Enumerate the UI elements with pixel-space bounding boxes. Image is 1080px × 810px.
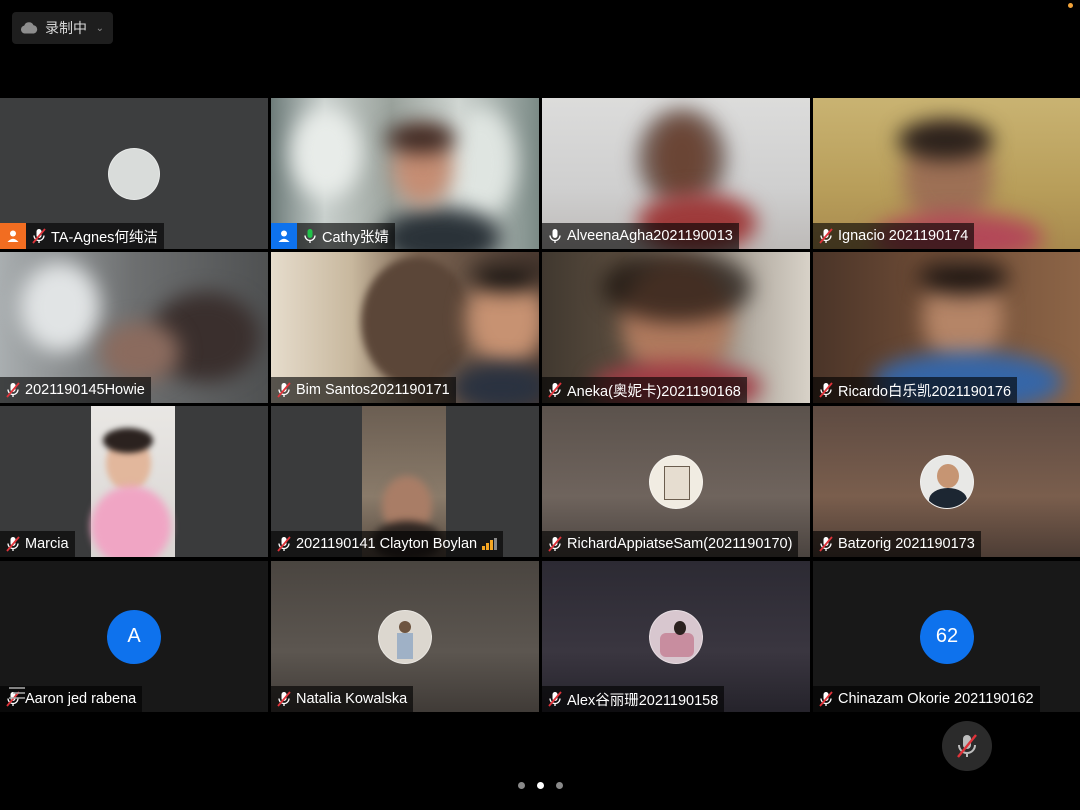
participant-name: Marcia: [25, 536, 69, 552]
participant-avatar: [378, 609, 432, 664]
mic-muted-icon: [817, 534, 835, 554]
participant-name: Alex谷丽珊2021190158: [567, 692, 719, 709]
participant-avatar: [649, 609, 703, 664]
mic-muted-icon: [30, 226, 48, 246]
participant-name: Aneka(奥妮卡)2021190168: [567, 383, 741, 400]
participant-avatar: [920, 454, 974, 509]
participant-name-bar: TA-Agnes何纯洁: [0, 223, 164, 249]
video-tile[interactable]: Bim Santos2021190171: [271, 252, 539, 403]
video-tile[interactable]: Ricardo白乐凯2021190176: [813, 252, 1080, 403]
video-tile[interactable]: 2021190141 Clayton Boylan: [271, 406, 539, 557]
participant-name-bar: 2021190145Howie: [0, 377, 151, 403]
mic-muted-icon: [546, 689, 564, 709]
video-tile[interactable]: Ignacio 2021190174: [813, 98, 1080, 249]
participant-name-bar: Ricardo白乐凯2021190176: [813, 377, 1018, 403]
video-tile[interactable]: 2021190145Howie: [0, 252, 268, 403]
video-tile[interactable]: AlveenaAgha2021190013: [542, 98, 810, 249]
page-dot[interactable]: [556, 782, 563, 789]
video-tile[interactable]: RichardAppiatseSam(2021190170): [542, 406, 810, 557]
participant-avatar-letter: 62: [920, 609, 974, 664]
mic-active-icon: [546, 226, 564, 246]
participant-avatar-letter: A: [107, 609, 161, 664]
video-tile-active-speaker[interactable]: Cathy张婧: [271, 98, 539, 249]
video-tile[interactable]: Batzorig 2021190173: [813, 406, 1080, 557]
participant-name: TA-Agnes何纯洁: [51, 229, 158, 246]
page-indicator[interactable]: [518, 782, 563, 789]
participant-name: Bim Santos2021190171: [296, 382, 450, 398]
video-tile[interactable]: TA-Agnes何纯洁: [0, 98, 268, 249]
mic-muted-icon: [546, 380, 564, 400]
recording-indicator[interactable]: 录制中 ⌄: [12, 12, 113, 44]
mic-muted-icon: [817, 380, 835, 400]
participant-name: 2021190145Howie: [25, 382, 145, 398]
participant-avatar: [108, 147, 160, 200]
mic-muted-icon: [957, 734, 977, 758]
participant-name: RichardAppiatseSam(2021190170): [567, 536, 793, 552]
chevron-down-icon[interactable]: ⌄: [96, 23, 104, 34]
mic-muted-icon: [4, 380, 22, 400]
participant-name-bar: AlveenaAgha2021190013: [542, 223, 739, 249]
host-icon: [0, 223, 26, 249]
participant-name: Natalia Kowalska: [296, 691, 408, 707]
participant-name-bar: Natalia Kowalska: [271, 686, 414, 712]
participant-name: AlveenaAgha2021190013: [567, 228, 733, 244]
participant-name: Batzorig 2021190173: [838, 536, 975, 552]
participant-name: Cathy张婧: [322, 229, 389, 246]
cohost-icon: [271, 223, 297, 249]
video-tile[interactable]: Marcia: [0, 406, 268, 557]
mic-muted-icon: [817, 226, 835, 246]
participant-name-bar: Batzorig 2021190173: [813, 531, 981, 557]
portrait-video: [91, 406, 175, 557]
participant-avatar: [649, 454, 703, 509]
video-tile[interactable]: Aneka(奥妮卡)2021190168: [542, 252, 810, 403]
participant-name: Aaron jed rabena: [25, 691, 137, 707]
participant-name-bar: Ignacio 2021190174: [813, 223, 975, 249]
mic-muted-icon: [546, 534, 564, 554]
mic-muted-icon: [275, 534, 293, 554]
mic-muted-icon: [275, 380, 293, 400]
participant-name-bar: Aneka(奥妮卡)2021190168: [542, 377, 747, 403]
participant-name: Chinazam Okorie 2021190162: [838, 691, 1034, 707]
status-dot: [1068, 3, 1073, 8]
signal-weak-icon: [482, 538, 498, 550]
participant-name-bar: Alex谷丽珊2021190158: [542, 686, 725, 712]
mute-button[interactable]: [942, 721, 992, 771]
participant-name-bar: Bim Santos2021190171: [271, 377, 456, 403]
participant-name: 2021190141 Clayton Boylan: [296, 536, 478, 552]
participant-name: Ricardo白乐凯2021190176: [838, 383, 1012, 400]
participant-name-bar: Chinazam Okorie 2021190162: [813, 686, 1040, 712]
mic-muted-icon: [817, 689, 835, 709]
video-tile[interactable]: Natalia Kowalska: [271, 561, 539, 712]
video-tile[interactable]: A Aaron jed rabena: [0, 561, 268, 712]
mic-muted-icon: [275, 689, 293, 709]
page-dot-current[interactable]: [537, 782, 544, 789]
video-tile[interactable]: 62 Chinazam Okorie 2021190162: [813, 561, 1080, 712]
participant-name: Ignacio 2021190174: [838, 228, 969, 244]
cloud-icon: [20, 22, 38, 34]
mic-active-icon: [301, 226, 319, 246]
mic-muted-icon: [4, 534, 22, 554]
participant-name-bar: Marcia: [0, 531, 75, 557]
participants-list-icon[interactable]: [8, 686, 26, 700]
recording-label: 录制中: [45, 20, 87, 36]
video-tile[interactable]: Alex谷丽珊2021190158: [542, 561, 810, 712]
participant-name-bar: RichardAppiatseSam(2021190170): [542, 531, 799, 557]
participant-name-bar: Cathy张婧: [271, 223, 395, 249]
page-dot[interactable]: [518, 782, 525, 789]
video-grid: TA-Agnes何纯洁 Cathy张婧 AlveenaAgha202119001…: [0, 98, 1080, 712]
participant-name-bar: 2021190141 Clayton Boylan: [271, 531, 504, 557]
